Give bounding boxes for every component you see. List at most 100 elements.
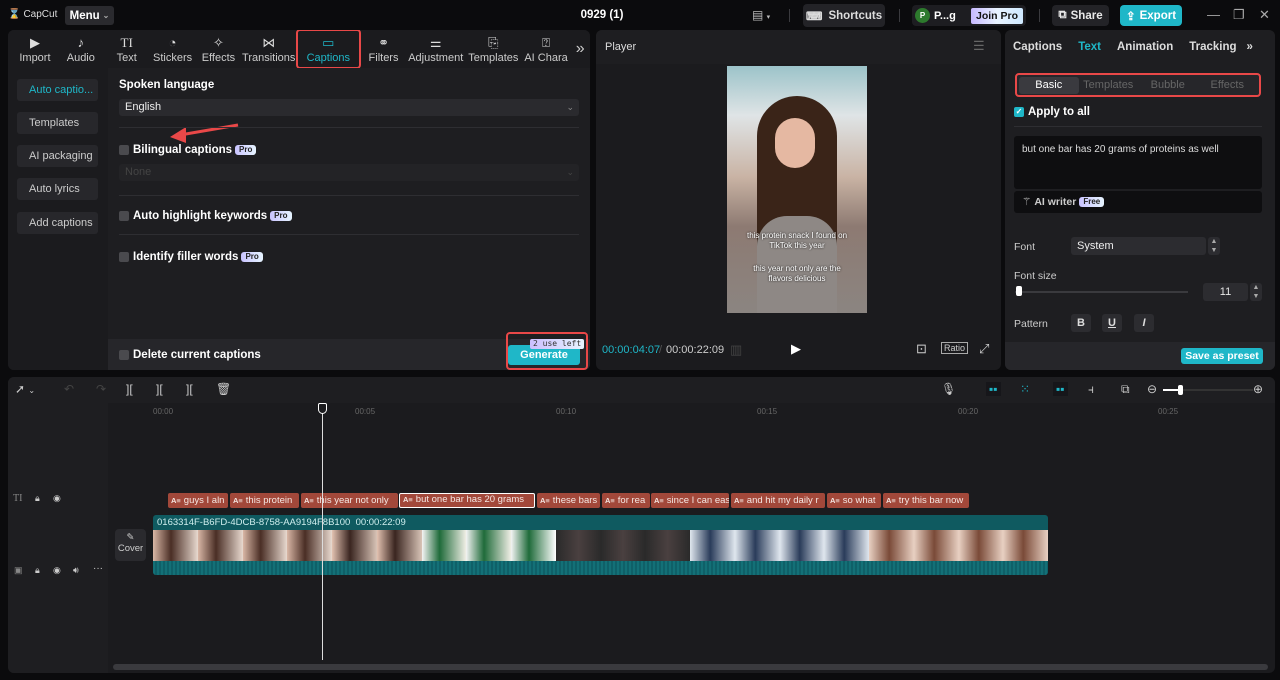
close-icon[interactable]: ✕ <box>1259 7 1270 23</box>
tab-stickers[interactable]: ◔ Stickers <box>150 30 196 68</box>
captions-menu-templates[interactable]: Templates <box>17 112 98 134</box>
shortcuts-button[interactable]: ⌨ Shortcuts <box>803 4 885 27</box>
caption-clip[interactable]: A≡ this protein <box>230 493 299 508</box>
tab-text[interactable]: Text <box>1070 41 1109 53</box>
tab-captions[interactable]: ▭ Captions <box>296 30 361 69</box>
time-ruler[interactable]: 00:00 00:05 00:10 00:15 00:20 00:25 <box>108 403 1275 417</box>
delete-captions-option[interactable]: Delete current captions <box>119 349 261 361</box>
subtab-basic[interactable]: Basic <box>1019 76 1079 94</box>
zoom-slider-handle[interactable] <box>1178 385 1183 395</box>
checkbox-checked[interactable]: ✓ <box>1014 106 1024 117</box>
zoom-out-icon[interactable]: ⊖ <box>1147 382 1157 396</box>
fullscreen-icon[interactable]: ⤢ <box>979 341 989 357</box>
captions-menu-auto-lyrics[interactable]: Auto lyrics <box>17 178 98 200</box>
more-tabs-icon[interactable]: » <box>1245 41 1255 53</box>
spoken-language-select[interactable]: English ⌄ <box>119 99 579 116</box>
tab-import[interactable]: ▶ Import <box>12 30 58 68</box>
play-icon[interactable]: ▶ <box>791 341 801 357</box>
checkbox[interactable] <box>119 210 129 221</box>
undo-icon[interactable]: ↶ <box>64 382 74 396</box>
main-track-magnet-icon[interactable]: ▪▪ <box>986 382 1001 396</box>
tab-animation[interactable]: Animation <box>1109 41 1181 53</box>
player-menu-icon[interactable]: ☰ <box>973 38 985 54</box>
caption-clip-selected[interactable]: A≡ but one bar has 20 grams <box>399 493 535 508</box>
caption-clip[interactable]: A≡ this year not only <box>301 493 398 508</box>
more-tabs-icon[interactable]: » <box>570 30 590 68</box>
font-size-slider[interactable] <box>1015 291 1188 293</box>
audio-volume-icon[interactable]: 🔊︎ <box>73 565 79 576</box>
lock-icon[interactable]: 🔒︎ <box>35 493 40 504</box>
more-options-icon[interactable]: ··· <box>93 563 103 574</box>
user-account[interactable]: P P...g Join Pro <box>912 5 1026 26</box>
video-preview[interactable]: this protein snack I found on TikTok thi… <box>727 66 867 313</box>
font-size-stepper-icon[interactable]: ▲ ▼ <box>1250 283 1262 301</box>
checkbox[interactable] <box>119 349 129 360</box>
join-pro-button[interactable]: Join Pro <box>970 7 1023 24</box>
ai-writer-button[interactable]: ⚚ AI writer Free <box>1014 191 1262 213</box>
trim-left-icon[interactable]: ][ <box>156 382 163 396</box>
caption-clip[interactable]: A≡ since I can eas <box>651 493 729 508</box>
font-select[interactable]: System <box>1071 237 1206 255</box>
tab-audio[interactable]: ♪ Audio <box>58 30 104 68</box>
cover-button[interactable]: ✎ Cover <box>115 529 146 561</box>
playhead-handle[interactable] <box>318 403 327 414</box>
tab-filters[interactable]: ⚭ Filters <box>361 30 407 68</box>
share-button[interactable]: ⧉ Share <box>1052 5 1109 26</box>
captions-menu-auto-captions[interactable]: Auto captio... <box>17 79 98 101</box>
bilingual-language-select[interactable]: None ⌄ <box>119 164 579 181</box>
captions-menu-add-captions[interactable]: Add captions <box>17 212 98 234</box>
tab-effects[interactable]: ✧ Effects <box>196 30 242 68</box>
caption-clip[interactable]: A≡ try this bar now <box>883 493 969 508</box>
font-size-slider-handle[interactable] <box>1016 286 1022 296</box>
caption-text-input[interactable]: but one bar has 20 grams of proteins as … <box>1014 136 1262 189</box>
caption-clip[interactable]: A≡ these bars <box>537 493 600 508</box>
tab-adjustment[interactable]: ⚌ Adjustment <box>406 30 465 68</box>
video-clip[interactable]: 0163314F-B6FD-4DCB-8758-AA9194F8B100 00:… <box>153 515 1048 575</box>
zoom-fit-icon[interactable]: ⊡ <box>916 341 927 357</box>
tab-transitions[interactable]: ⋈ Transitions <box>241 30 296 68</box>
underline-button[interactable]: U <box>1102 314 1122 332</box>
zoom-in-icon[interactable]: ⊕ <box>1253 382 1263 396</box>
menu-button[interactable]: Menu ⌄ <box>65 6 114 25</box>
restore-icon[interactable]: ❐ <box>1233 7 1245 23</box>
tab-tracking[interactable]: Tracking <box>1181 41 1244 53</box>
italic-button[interactable]: I <box>1134 314 1154 332</box>
auto-snap-icon[interactable]: ⁙ <box>1020 382 1030 396</box>
subtab-bubble[interactable]: Bubble <box>1138 77 1198 94</box>
subtab-effects[interactable]: Effects <box>1198 77 1258 94</box>
checkbox[interactable] <box>119 251 129 262</box>
split-icon[interactable]: ][ <box>126 382 133 396</box>
save-as-preset-button[interactable]: Save as preset <box>1181 348 1263 364</box>
tab-ai-character[interactable]: ⍰ AI Chara <box>522 30 571 68</box>
auto-highlight-option[interactable]: Auto highlight keywords Pro <box>119 210 292 222</box>
caption-clip[interactable]: A≡ so what <box>827 493 881 508</box>
caption-clip[interactable]: A≡ guys I aln <box>168 493 228 508</box>
playhead[interactable] <box>322 403 323 660</box>
tab-templates[interactable]: ⎘ Templates <box>465 30 522 68</box>
caption-clip[interactable]: A≡ and hit my daily r <box>731 493 825 508</box>
bilingual-captions-option[interactable]: Bilingual captions Pro <box>119 144 257 156</box>
timecode-grid-icon[interactable]: ▥ <box>730 342 742 358</box>
delete-icon[interactable]: 🗑 <box>216 382 231 396</box>
font-stepper-icon[interactable]: ▲ ▼ <box>1208 237 1220 255</box>
tab-captions[interactable]: Captions <box>1005 41 1070 53</box>
eye-icon[interactable]: ◉ <box>53 565 61 576</box>
select-tool-icon[interactable]: ➚ ⌄ <box>15 382 35 396</box>
lock-icon[interactable]: 🔒︎ <box>35 565 40 576</box>
redo-icon[interactable]: ↷ <box>96 382 106 396</box>
ratio-button[interactable]: Ratio <box>941 342 969 354</box>
subtab-templates[interactable]: Templates <box>1079 77 1139 94</box>
layout-icon[interactable]: ▤ ▾ <box>752 8 770 22</box>
checkbox[interactable] <box>119 144 129 155</box>
tab-text[interactable]: TI Text <box>104 30 150 68</box>
bold-button[interactable]: B <box>1071 314 1091 332</box>
timeline-scrollbar[interactable] <box>113 664 1268 670</box>
eye-icon[interactable]: ◉ <box>53 493 61 504</box>
preview-axis-icon[interactable]: ⫞ <box>1088 382 1094 397</box>
microphone-icon[interactable]: 🎙 <box>941 382 956 396</box>
filler-words-option[interactable]: Identify filler words Pro <box>119 251 263 263</box>
caption-clip[interactable]: A≡ for rea <box>602 493 650 508</box>
minimize-icon[interactable]: — <box>1207 7 1220 22</box>
captions-menu-ai-packaging[interactable]: AI packaging <box>17 145 98 167</box>
export-button[interactable]: ⇪ Export <box>1120 5 1182 26</box>
